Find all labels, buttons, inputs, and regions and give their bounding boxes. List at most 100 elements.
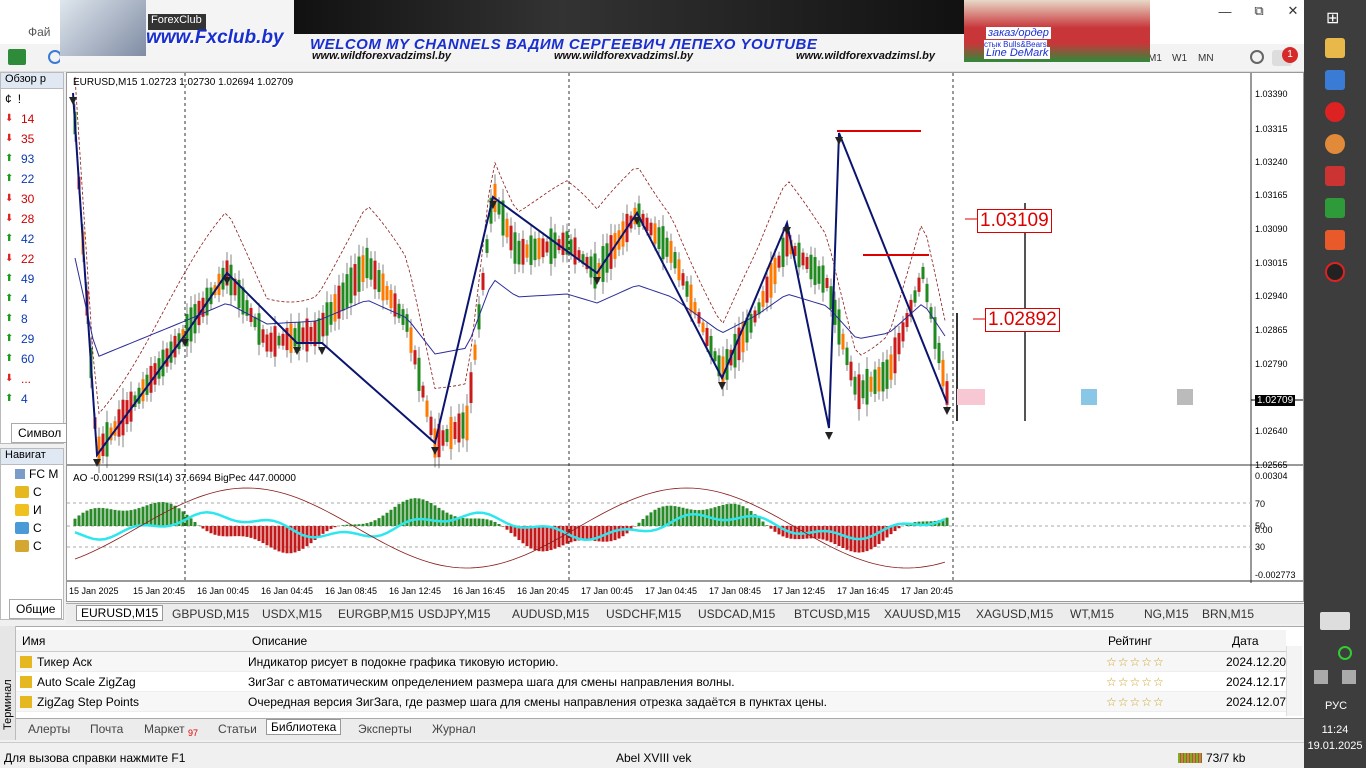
ao-bar — [377, 518, 381, 526]
ao-bar — [493, 521, 497, 526]
market-watch-row[interactable]: ⬆ 4 — [1, 389, 63, 409]
terminal-tab[interactable]: Алерты — [28, 722, 70, 736]
col-rating[interactable]: Рейтинг — [1108, 634, 1152, 648]
record-icon[interactable] — [1325, 262, 1345, 282]
market-watch-row[interactable]: ⬆ 8 — [1, 309, 63, 329]
library-scrollbar[interactable] — [1286, 646, 1302, 716]
market-watch-row[interactable]: ⬇ 30 — [1, 189, 63, 209]
symbol-tab[interactable]: WT,M15 — [1070, 607, 1114, 621]
arrow-up-icon: ⬆ — [5, 153, 14, 164]
col-date[interactable]: Дата — [1232, 634, 1259, 648]
navigator-item-indicators[interactable]: И — [1, 501, 63, 519]
tab-common[interactable]: Общие — [9, 599, 63, 619]
market-watch-row[interactable]: ⬆ 4 — [1, 289, 63, 309]
col-symbol[interactable]: ¢ — [5, 92, 12, 106]
col-name[interactable]: Имя — [22, 634, 45, 648]
calculator-icon[interactable] — [1325, 198, 1345, 218]
tf-w1[interactable]: W1 — [1172, 49, 1187, 67]
candle-body — [457, 413, 461, 443]
ao-bar — [725, 504, 729, 526]
symbol-tab[interactable]: USDX,M15 — [262, 607, 322, 621]
market-watch-row[interactable]: ⬇ 22 — [1, 249, 63, 269]
chart-app-icon[interactable] — [1325, 230, 1345, 250]
market-watch-row[interactable]: ⬆ 93 — [1, 149, 63, 169]
symbol-tab[interactable]: EURGBP,M15 — [338, 607, 414, 621]
speaker-icon[interactable] — [1325, 166, 1345, 186]
opera-icon[interactable] — [1325, 102, 1345, 122]
symbol-tab[interactable]: EURUSD,M15 — [76, 605, 164, 621]
navigator-root[interactable]: FC M — [1, 465, 63, 483]
ao-bar — [897, 526, 901, 529]
keyboard-icon[interactable] — [1320, 612, 1350, 630]
restore-button[interactable]: ⧉ — [1242, 0, 1276, 22]
terminal-tab[interactable]: Библиотека — [266, 719, 342, 735]
tray-icon[interactable] — [1314, 670, 1328, 684]
symbol-tab[interactable]: USDCHF,M15 — [606, 607, 681, 621]
terminal-tab[interactable]: Эксперты — [358, 722, 412, 736]
symbol-tab[interactable]: AUDUSD,M15 — [512, 607, 589, 621]
time-axis-label: 16 Jan 00:45 — [197, 586, 249, 596]
navigator-item-experts[interactable]: C — [1, 519, 63, 537]
terminal-tab[interactable]: Маркет — [144, 722, 185, 736]
explorer-icon[interactable] — [1325, 38, 1345, 58]
symbol-tab[interactable]: XAUUSD,M15 — [884, 607, 961, 621]
market-watch-row[interactable]: ⬆ 60 — [1, 349, 63, 369]
zone-box — [1081, 389, 1097, 405]
market-watch-row[interactable]: ⬇ 14 — [1, 109, 63, 129]
ao-bar — [773, 526, 777, 532]
candle-body — [885, 359, 889, 389]
language-indicator[interactable]: РУС — [1316, 700, 1356, 712]
terminal-tab[interactable]: Почта — [90, 722, 123, 736]
market-watch-row[interactable]: ⬇ 28 — [1, 209, 63, 229]
tab-symbol[interactable]: Символ — [11, 423, 69, 443]
candle-body — [301, 327, 305, 345]
time-axis-label: 15 Jan 2025 — [69, 586, 119, 596]
library-row[interactable]: Auto Scale ZigZag ЗигЗаг с автоматическим… — [16, 672, 1286, 692]
folder-icon — [15, 469, 25, 479]
market-watch-row[interactable]: ⬆ 22 — [1, 169, 63, 189]
ao-bar — [281, 526, 285, 553]
library-row[interactable]: Тикер Аск Индикатор рисует в подокне граф… — [16, 652, 1286, 672]
time-axis-label: 16 Jan 08:45 — [325, 586, 377, 596]
volume-icon[interactable] — [1342, 670, 1356, 684]
terminal-tab[interactable]: Статьи — [218, 722, 257, 736]
symbol-tab[interactable]: GBPUSD,M15 — [172, 607, 249, 621]
menu-file[interactable]: Фай — [28, 25, 51, 39]
search-icon[interactable] — [1250, 50, 1264, 64]
tf-m1[interactable]: M1 — [1148, 49, 1162, 67]
library-item-description: ЗигЗаг с автоматическим определением раз… — [248, 675, 735, 689]
col-description[interactable]: Описание — [252, 634, 307, 648]
navigator-item-accounts[interactable]: C — [1, 483, 63, 501]
new-order-icon[interactable] — [8, 49, 26, 65]
navigator-item-scripts[interactable]: C — [1, 537, 63, 555]
windows-start-icon[interactable]: ⊞ — [1326, 8, 1339, 28]
paint-icon[interactable] — [1325, 134, 1345, 154]
network-status-icon[interactable] — [1338, 646, 1352, 660]
terminal-tab[interactable]: Журнал — [432, 722, 476, 736]
symbol-tab[interactable]: BTCUSD,M15 — [794, 607, 870, 621]
ad-banner[interactable]: ForexClub www.Fxclub.by WELCOM MY CHANNE… — [60, 0, 1150, 62]
symbol-tab[interactable]: USDJPY,M15 — [418, 607, 490, 621]
market-watch-row[interactable]: ⬇... — [1, 369, 63, 389]
ao-bar — [365, 523, 369, 526]
market-watch-row[interactable]: ⬇ 35 — [1, 129, 63, 149]
ao-bar — [181, 511, 185, 526]
symbol-tab[interactable]: NG,M15 — [1144, 607, 1189, 621]
symbol-tab[interactable]: XAGUSD,M15 — [976, 607, 1053, 621]
symbol-tab[interactable]: BRN,M15 — [1202, 607, 1254, 621]
market-watch-value: 60 — [21, 352, 35, 366]
ao-bar — [137, 508, 141, 526]
market-watch-row[interactable]: ⬆ 49 — [1, 269, 63, 289]
price-chart[interactable]: 1.03390 1.03315 1.03240 1.03165 1.03090 1.030… — [66, 72, 1304, 602]
market-watch-row[interactable]: ⬆ 29 — [1, 329, 63, 349]
clock[interactable]: 11:24 19.01.2025 — [1304, 724, 1366, 752]
market-watch-row[interactable]: ⬆ 42 — [1, 229, 63, 249]
symbol-tab[interactable]: USDCAD,M15 — [698, 607, 775, 621]
minimize-button[interactable]: — — [1208, 0, 1242, 22]
status-help: Для вызова справки нажмите F1 — [4, 751, 186, 765]
library-row[interactable]: ZigZag Step Points Очередная версия ЗигЗа… — [16, 692, 1286, 712]
chart-canvas[interactable]: 1.03390 1.03315 1.03240 1.03165 1.03090 1.030… — [67, 73, 1303, 601]
col-alert[interactable]: ! — [18, 92, 21, 106]
app-icon[interactable] — [1325, 70, 1345, 90]
tf-mn[interactable]: MN — [1198, 49, 1214, 67]
